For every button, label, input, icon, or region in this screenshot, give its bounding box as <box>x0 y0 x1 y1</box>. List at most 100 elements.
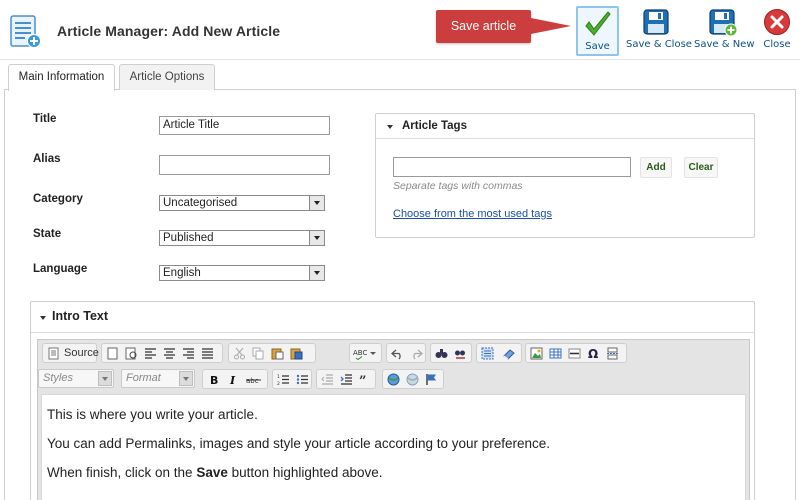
toolbar-group-text-style: B I abc <box>202 369 268 389</box>
title-label: Title <box>33 113 57 125</box>
toolbar-group-clipboard <box>228 343 316 363</box>
article-tags-panel: Article Tags Add Clear Separate tags wit… <box>375 113 755 238</box>
save-new-label: Save & New <box>694 39 755 50</box>
increase-indent-icon[interactable] <box>340 373 353 386</box>
italic-icon[interactable]: I <box>227 373 240 386</box>
preview-icon[interactable] <box>125 347 138 360</box>
add-tag-button[interactable]: Add <box>640 157 672 178</box>
special-character-icon[interactable]: Ω <box>587 347 600 360</box>
align-left-icon[interactable] <box>144 347 157 360</box>
styles-dropdown[interactable]: Styles <box>38 369 114 388</box>
language-select[interactable]: English <box>159 265 325 281</box>
decrease-indent-icon[interactable] <box>321 373 334 386</box>
replace-icon[interactable] <box>454 347 467 360</box>
close-button[interactable]: Close <box>760 6 794 56</box>
save-and-close-button[interactable]: Save & Close <box>626 6 692 56</box>
article-tags-header[interactable]: Article Tags <box>376 114 754 139</box>
svg-text:2: 2 <box>277 381 280 386</box>
editor-content-area[interactable]: This is where you write your article. Yo… <box>41 394 746 500</box>
toolbar-group-find <box>430 343 472 363</box>
chevron-down-icon <box>98 371 112 386</box>
editor-toolbar-row-2: Styles Format B I abc 12 ” <box>38 366 749 414</box>
tab-article-options[interactable]: Article Options <box>119 64 215 90</box>
save-and-new-button[interactable]: Save & New <box>694 6 755 56</box>
page-title: Article Manager: Add New Article <box>57 23 281 39</box>
undo-icon[interactable] <box>391 347 404 360</box>
intro-text-header[interactable]: Intro Text <box>31 302 754 333</box>
new-page-icon[interactable] <box>106 347 119 360</box>
editor-toolbar-row-1: Source ABC Ω <box>38 340 749 366</box>
tab-main-information[interactable]: Main Information <box>8 64 115 91</box>
select-all-icon[interactable] <box>481 347 494 360</box>
svg-text:abc: abc <box>246 377 259 385</box>
toolbar-group-links <box>382 369 444 389</box>
page-break-icon[interactable] <box>606 347 619 360</box>
language-label: Language <box>33 263 88 275</box>
alias-input[interactable] <box>159 155 330 175</box>
editor-line-3: When finish, click on the Save button hi… <box>47 465 382 480</box>
editor-line-3-bold: Save <box>196 465 228 480</box>
chevron-down-icon <box>309 196 324 210</box>
anchor-flag-icon[interactable] <box>425 373 438 386</box>
category-label: Category <box>33 193 83 205</box>
tags-input[interactable] <box>393 157 631 177</box>
editor-line-1: This is where you write your article. <box>47 407 258 422</box>
spellcheck-button[interactable]: ABC <box>349 343 382 363</box>
table-icon[interactable] <box>549 347 562 360</box>
styles-placeholder: Styles <box>43 372 73 384</box>
source-label: Source <box>64 347 99 359</box>
most-used-tags-link[interactable]: Choose from the most used tags <box>393 208 552 220</box>
language-value: English <box>163 267 201 279</box>
clear-tags-button[interactable]: Clear <box>684 157 718 178</box>
svg-text:I: I <box>229 374 236 386</box>
category-select[interactable]: Uncategorised <box>159 195 325 211</box>
state-label: State <box>33 228 62 240</box>
rich-text-editor: Source ABC Ω Styles Format B I abc 1 2 ”… <box>37 339 750 500</box>
chevron-down-icon <box>309 231 324 245</box>
format-dropdown[interactable]: Format <box>121 369 195 388</box>
align-justify-icon[interactable] <box>201 347 214 360</box>
title-input[interactable]: Article Title <box>159 116 330 135</box>
remove-format-icon[interactable] <box>502 347 515 360</box>
copy-icon[interactable] <box>252 347 265 360</box>
paste-word-icon[interactable] <box>290 347 303 360</box>
spellcheck-icon: ABC <box>353 349 376 360</box>
blockquote-icon[interactable]: ” <box>359 373 372 386</box>
toolbar-group-document <box>101 343 223 363</box>
close-icon <box>764 9 790 35</box>
save-close-label: Save & Close <box>626 39 692 50</box>
source-button[interactable]: Source <box>42 343 99 363</box>
header-bar: Article Manager: Add New Article Save ar… <box>0 0 800 60</box>
bulleted-list-icon[interactable] <box>296 373 309 386</box>
unlink-icon[interactable] <box>406 373 419 386</box>
align-right-icon[interactable] <box>182 347 195 360</box>
horizontal-rule-icon[interactable] <box>568 347 581 360</box>
toolbar-group-history <box>386 343 426 363</box>
cut-icon[interactable] <box>233 347 246 360</box>
paste-icon[interactable] <box>271 347 284 360</box>
align-center-icon[interactable] <box>163 347 176 360</box>
numbered-list-icon[interactable]: 12 <box>277 373 290 386</box>
format-placeholder: Format <box>126 372 161 384</box>
save-button[interactable]: Save <box>576 6 619 56</box>
link-icon[interactable] <box>387 373 400 386</box>
toolbar-group-select <box>476 343 522 363</box>
state-select[interactable]: Published <box>159 230 325 246</box>
collapse-triangle-icon <box>387 125 393 129</box>
bold-icon[interactable]: B <box>208 373 221 386</box>
strikethrough-icon[interactable]: abc <box>246 373 262 386</box>
save-label: Save <box>585 41 610 52</box>
floppy-disk-plus-icon <box>709 9 738 37</box>
save-article-callout: Save article <box>436 10 531 43</box>
article-tags-title: Article Tags <box>402 120 467 132</box>
checkmark-icon <box>584 11 611 36</box>
alias-label: Alias <box>33 153 61 165</box>
close-label: Close <box>763 39 791 50</box>
chevron-down-icon <box>179 371 193 386</box>
toolbar-group-insert: Ω <box>525 343 627 363</box>
chevron-down-icon <box>309 266 324 280</box>
redo-icon[interactable] <box>410 347 423 360</box>
state-value: Published <box>163 232 214 244</box>
find-icon[interactable] <box>435 347 448 360</box>
image-icon[interactable] <box>530 347 543 360</box>
